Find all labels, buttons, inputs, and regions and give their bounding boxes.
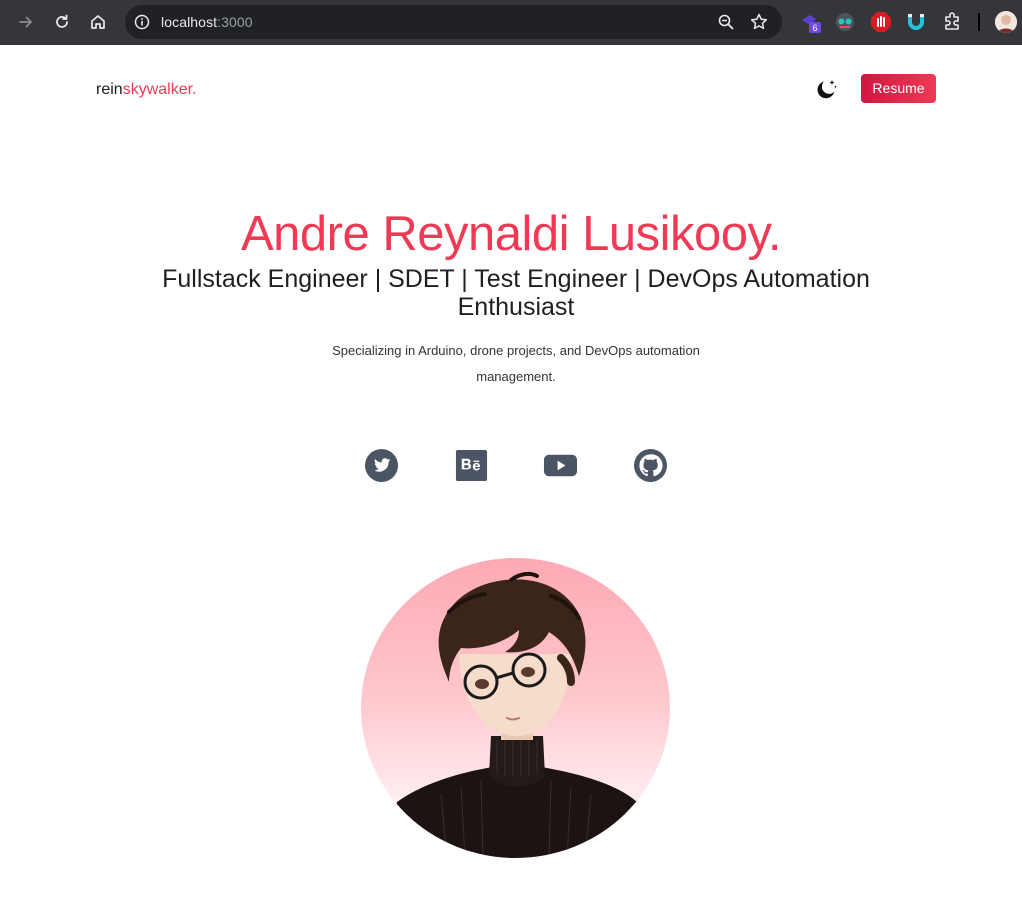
home-button[interactable] [84,8,112,36]
resume-button[interactable]: Resume [861,74,936,103]
profile-portrait [361,558,670,858]
extension-badge-icon[interactable]: 6 [800,11,822,33]
profile-avatar-icon [995,11,1017,33]
twitter-icon[interactable] [364,448,399,483]
site-info-icon[interactable] [134,14,150,30]
toolbar-divider [978,13,980,31]
zoom-icon[interactable] [717,13,735,31]
url-text[interactable]: localhost:3000 [161,14,253,30]
url-port: :3000 [217,14,253,30]
hero-roles: Fullstack Engineer | SDET | Test Enginee… [162,265,870,321]
logo-part-1: rein [96,81,123,98]
extensions-puzzle-icon[interactable] [941,11,963,33]
magnet-extension-icon[interactable] [905,11,927,33]
logo-part-2: skywalker. [122,81,197,98]
reload-icon [56,14,68,28]
hero-name: Andre Reynaldi Lusikooy. [240,207,782,261]
reload-button[interactable] [48,8,76,36]
github-icon[interactable] [633,448,668,483]
url-host: localhost [161,14,218,30]
profile-avatar[interactable] [995,11,1017,33]
forward-button[interactable] [12,8,40,36]
site-logo[interactable]: reinskywalker. [96,81,196,99]
browser-toolbar: localhost:3000 6 [0,0,1022,45]
behance-icon[interactable] [454,448,489,483]
arrow-right-icon [19,16,32,28]
hero-description: Specializing in Arduino, drone projects,… [332,343,700,384]
anime-portrait-illustration [387,571,647,858]
stop-hand-extension-icon[interactable] [870,11,892,33]
youtube-icon[interactable] [543,448,578,483]
glasses-extension-icon[interactable] [834,11,856,33]
home-icon [91,15,105,29]
site-header: reinskywalker. Resume [0,45,1022,135]
extension-badge-count: 6 [812,23,817,33]
dark-mode-moon-icon[interactable] [813,77,839,103]
bookmark-star-icon[interactable] [749,12,769,32]
address-bar[interactable]: localhost:3000 [125,5,782,39]
